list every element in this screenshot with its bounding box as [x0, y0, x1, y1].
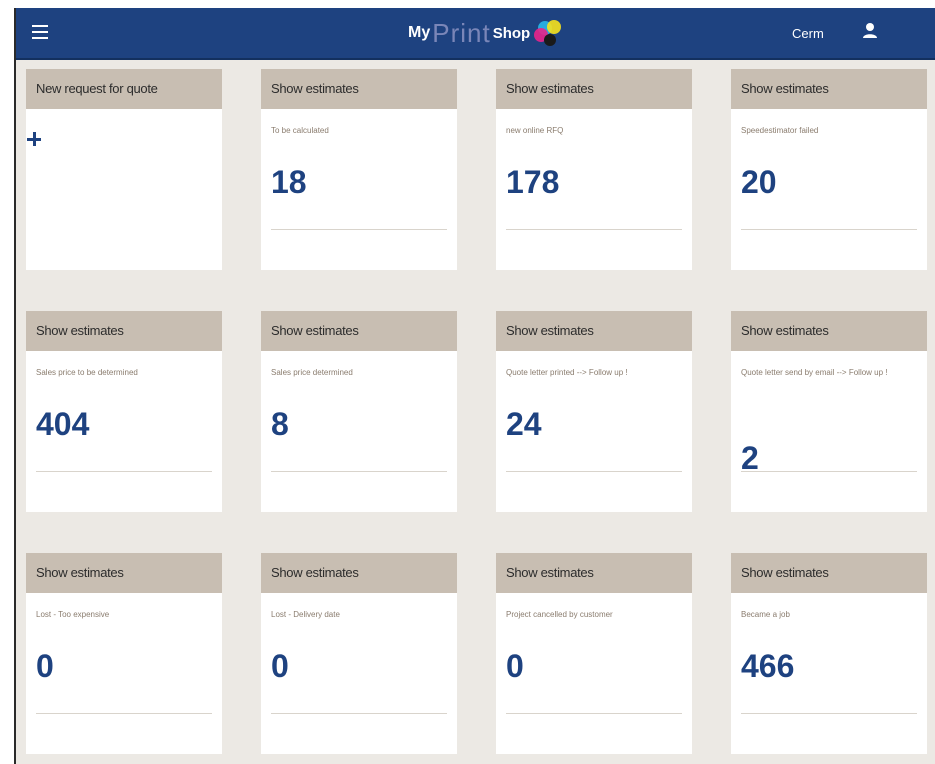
tile-count: 0 [36, 648, 54, 684]
tile-status-label: Became a job [741, 610, 790, 619]
app-frame: My Print Shop Cerm New request for quote… [14, 8, 935, 764]
divider [36, 471, 212, 472]
divider [36, 713, 212, 714]
tile-status-label: Lost - Too expensive [36, 610, 110, 619]
tile-header[interactable]: New request for quote [26, 69, 222, 109]
plus-icon[interactable] [26, 131, 42, 147]
tile-status-label: To be calculated [271, 126, 329, 135]
show-estimates-button[interactable]: Show estimates [731, 553, 927, 593]
show-estimates-button[interactable]: Show estimates [496, 69, 692, 109]
estimate-tile[interactable]: Show estimates Lost - Too expensive 0 [26, 553, 222, 754]
myprintshop-logo[interactable]: My Print Shop [408, 16, 569, 50]
divider [506, 713, 682, 714]
username-label[interactable]: Cerm [792, 26, 824, 41]
divider [271, 229, 447, 230]
divider [506, 471, 682, 472]
top-navigation-bar: My Print Shop Cerm [16, 8, 935, 60]
tile-count: 178 [506, 164, 560, 200]
user-icon[interactable] [862, 22, 878, 40]
estimate-tile[interactable]: Show estimates Sales price determined 8 [261, 311, 457, 512]
show-estimates-button[interactable]: Show estimates [731, 69, 927, 109]
estimate-tile[interactable]: Show estimates new online RFQ 178 [496, 69, 692, 270]
logo-my: My [408, 24, 431, 41]
logo-shop: Shop [492, 24, 531, 42]
tile-count: 0 [506, 648, 524, 684]
estimate-tile[interactable]: Show estimates Speedestimator failed 20 [731, 69, 927, 270]
cmyk-dots-icon [534, 20, 562, 46]
tile-status-label: Sales price determined [271, 368, 353, 377]
tile-count: 0 [271, 648, 289, 684]
estimate-tile[interactable]: Show estimates Sales price to be determi… [26, 311, 222, 512]
estimate-tile[interactable]: Show estimates Project cancelled by cust… [496, 553, 692, 754]
logo-print: Print [432, 17, 491, 48]
divider [741, 229, 917, 230]
tile-count: 466 [741, 648, 795, 684]
estimate-tile[interactable]: Show estimates Lost - Delivery date 0 [261, 553, 457, 754]
show-estimates-button[interactable]: Show estimates [26, 311, 222, 351]
tile-count: 2 [741, 440, 759, 476]
show-estimates-button[interactable]: Show estimates [261, 553, 457, 593]
divider [741, 713, 917, 714]
tile-count: 20 [741, 164, 777, 200]
tile-status-label: Project cancelled by customer [506, 610, 613, 619]
tile-status-label: Lost - Delivery date [271, 610, 340, 619]
divider [506, 229, 682, 230]
hamburger-menu-icon[interactable] [32, 25, 48, 39]
show-estimates-button[interactable]: Show estimates [496, 311, 692, 351]
tile-count: 24 [506, 406, 542, 442]
estimate-tile[interactable]: Show estimates Quote letter printed --> … [496, 311, 692, 512]
estimate-tile[interactable]: Show estimates Quote letter send by emai… [731, 311, 927, 512]
tile-count: 18 [271, 164, 307, 200]
divider [271, 713, 447, 714]
estimate-tile[interactable]: Show estimates To be calculated 18 [261, 69, 457, 270]
show-estimates-button[interactable]: Show estimates [261, 69, 457, 109]
tile-count: 404 [36, 406, 90, 442]
estimate-tile[interactable]: Show estimates Became a job 466 [731, 553, 927, 754]
show-estimates-button[interactable]: Show estimates [26, 553, 222, 593]
show-estimates-button[interactable]: Show estimates [496, 553, 692, 593]
divider [741, 471, 917, 472]
tile-status-label: Quote letter send by email --> Follow up… [741, 368, 888, 377]
tile-status-label: Sales price to be determined [36, 368, 138, 377]
divider [271, 471, 447, 472]
show-estimates-button[interactable]: Show estimates [261, 311, 457, 351]
tile-count: 8 [271, 406, 289, 442]
new-request-tile[interactable]: New request for quote [26, 69, 222, 270]
tile-status-label: Quote letter printed --> Follow up ! [506, 368, 628, 377]
tile-status-label: Speedestimator failed [741, 126, 819, 135]
show-estimates-button[interactable]: Show estimates [731, 311, 927, 351]
tile-status-label: new online RFQ [506, 126, 564, 135]
